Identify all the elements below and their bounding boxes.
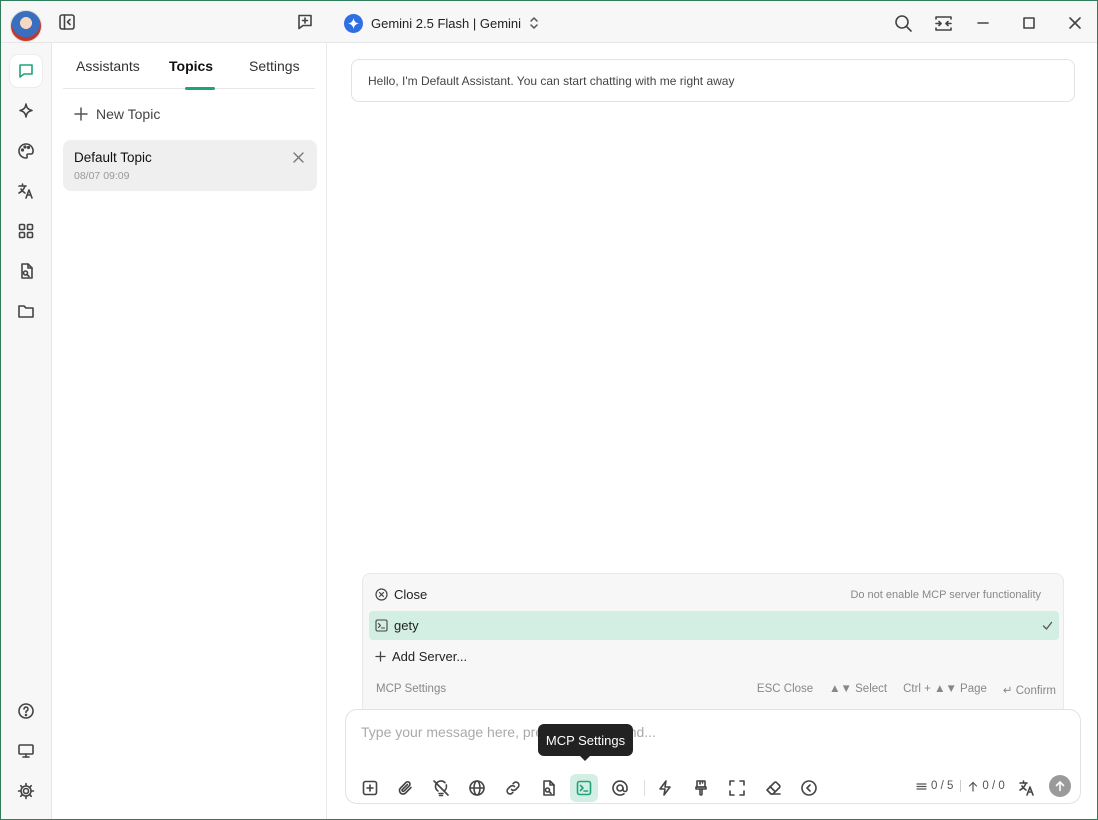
gemini-icon — [344, 13, 363, 33]
title-bar: Gemini 2.5 Flash | Gemini — [1, 1, 1097, 43]
topic-time: 08/07 09:09 — [74, 170, 130, 182]
web-search-icon[interactable] — [463, 774, 491, 802]
app-window: Gemini 2.5 Flash | Gemini Assistants Top… — [0, 0, 1098, 820]
hint-select: ▲▼ Select — [829, 683, 888, 695]
check-icon — [1042, 620, 1053, 631]
chat-icon[interactable] — [10, 55, 42, 87]
message-composer: 0 / 5 0 / 0 — [345, 709, 1081, 804]
chat-area: Hello, I'm Default Assistant. You can st… — [327, 43, 1097, 819]
model-name: Gemini 2.5 Flash | Gemini — [371, 15, 522, 31]
mcp-item-label: gety — [394, 618, 419, 633]
mcp-terminal-icon[interactable] — [570, 774, 598, 802]
model-selector[interactable]: Gemini 2.5 Flash | Gemini — [344, 12, 539, 34]
topic-title: Default Topic — [74, 150, 152, 165]
translate-icon[interactable] — [10, 175, 42, 207]
palette-icon[interactable] — [10, 135, 42, 167]
sparkle-icon[interactable] — [10, 95, 42, 127]
search-icon[interactable] — [892, 12, 914, 34]
terminal-icon — [375, 619, 388, 632]
folder-icon[interactable] — [10, 295, 42, 327]
close-window-icon[interactable] — [1064, 12, 1086, 34]
collapse-icon[interactable] — [795, 774, 823, 802]
nav-rail — [1, 43, 52, 819]
maximize-icon[interactable] — [1018, 12, 1040, 34]
knowledge-base-icon[interactable] — [534, 774, 562, 802]
active-tab-indicator — [185, 87, 215, 90]
mcp-menu-footer: MCP Settings ESC Close ▲▼ Select Ctrl + … — [376, 683, 1056, 697]
token-counters: 0 / 5 0 / 0 — [916, 780, 1005, 792]
sidebar-tabs: Assistants Topics Settings — [63, 43, 315, 90]
mcp-item-hint: Do not enable MCP server functionality — [850, 588, 1041, 601]
monitor-icon[interactable] — [10, 735, 42, 767]
keyboard-hints: ESC Close ▲▼ Select Ctrl + ▲▼ Page ↵ Con… — [757, 683, 1056, 697]
new-topic-icon[interactable] — [356, 774, 384, 802]
plus-icon — [74, 107, 88, 121]
brush-icon[interactable] — [687, 774, 715, 802]
mcp-server-menu: Close Do not enable MCP server functiona… — [362, 573, 1064, 710]
toolbar-divider — [644, 780, 645, 796]
send-button[interactable] — [1049, 775, 1071, 797]
hint-confirm: ↵ Confirm — [1002, 685, 1056, 697]
mcp-item-label: Add Server... — [392, 649, 468, 664]
upload-count: 0 / 0 — [982, 780, 1005, 792]
chevron-updown-icon — [529, 16, 539, 30]
apps-grid-icon[interactable] — [10, 215, 42, 247]
tab-settings[interactable]: Settings — [249, 58, 300, 74]
fullscreen-icon[interactable] — [723, 774, 751, 802]
mention-model-icon[interactable] — [606, 774, 634, 802]
minimize-icon[interactable] — [972, 12, 994, 34]
link-icon[interactable] — [499, 774, 527, 802]
close-icon[interactable] — [293, 150, 304, 168]
arrow-up-icon — [968, 781, 978, 792]
assistant-greeting: Hello, I'm Default Assistant. You can st… — [351, 59, 1075, 102]
sidebar: Assistants Topics Settings New Topic Def… — [52, 43, 327, 819]
help-icon[interactable] — [10, 695, 42, 727]
eraser-icon[interactable] — [759, 774, 787, 802]
hint-esc: ESC Close — [756, 683, 814, 695]
new-topic-button[interactable]: New Topic — [74, 106, 160, 122]
translate-input-icon[interactable] — [1013, 774, 1041, 802]
mcp-item-close[interactable]: Close Do not enable MCP server functiona… — [369, 580, 1059, 609]
mcp-item-gety[interactable]: gety — [369, 611, 1059, 640]
settings-gear-icon[interactable] — [10, 775, 42, 807]
context-count: 0 / 5 — [931, 780, 954, 792]
quick-phrases-icon[interactable] — [651, 774, 679, 802]
counter-divider — [960, 780, 962, 792]
circle-x-icon — [375, 588, 388, 601]
mcp-settings-title: MCP Settings — [376, 683, 447, 695]
tab-topics[interactable]: Topics — [169, 58, 213, 74]
file-search-icon[interactable] — [10, 255, 42, 287]
topic-item[interactable]: Default Topic 08/07 09:09 — [63, 140, 317, 191]
user-avatar[interactable] — [10, 10, 42, 42]
mcp-item-add-server[interactable]: Add Server... — [369, 642, 1059, 671]
list-icon — [916, 781, 927, 792]
toggle-sidebar-icon[interactable] — [57, 12, 77, 32]
message-input[interactable] — [361, 724, 1061, 740]
narrow-mode-icon[interactable] — [932, 12, 954, 34]
hint-page: Ctrl + ▲▼ Page — [903, 683, 987, 695]
new-topic-label: New Topic — [96, 106, 161, 122]
plus-icon — [375, 651, 386, 662]
mcp-item-label: Close — [394, 587, 428, 602]
new-chat-icon[interactable] — [295, 12, 315, 32]
mcp-settings-tooltip: MCP Settings — [538, 724, 633, 756]
tab-assistants[interactable]: Assistants — [76, 58, 140, 74]
thinking-off-icon[interactable] — [427, 774, 455, 802]
tooltip-arrow — [579, 755, 591, 761]
attachment-icon[interactable] — [392, 774, 420, 802]
